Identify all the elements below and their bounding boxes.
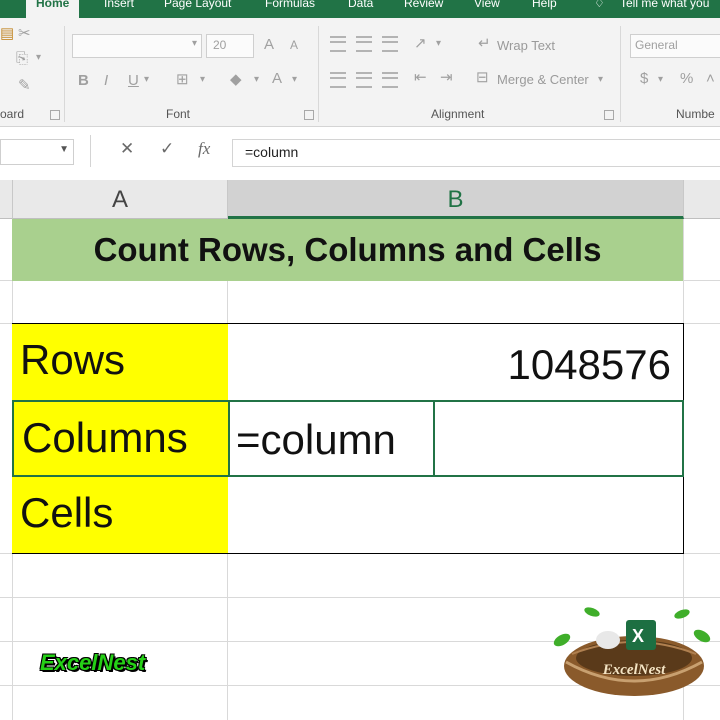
group-label-alignment: Alignment <box>431 107 485 121</box>
lightbulb-icon: ♢ <box>594 0 605 10</box>
comma-style-button[interactable]: ˄ <box>706 70 715 87</box>
copy-dropdown-icon[interactable]: ▾ <box>36 52 41 63</box>
cut-icon[interactable]: ✂ <box>18 24 31 42</box>
orientation-icon[interactable]: ↗ <box>414 34 427 52</box>
group-label-number: Numbe <box>676 107 715 121</box>
font-launcher-icon[interactable] <box>304 110 314 120</box>
copy-icon[interactable]: ⎘ <box>16 50 28 67</box>
formula-input-text: =column <box>245 144 299 160</box>
column-header-a[interactable]: A <box>13 180 228 219</box>
italic-button[interactable]: I <box>104 72 108 89</box>
sheet-title-cell[interactable]: Count Rows, Columns and Cells <box>12 219 683 281</box>
currency-dropdown-icon[interactable]: ▾ <box>658 74 663 85</box>
tab-home[interactable]: Home <box>26 0 80 18</box>
group-label-clipboard: oard <box>0 107 25 121</box>
font-color-dropdown-icon[interactable]: ▾ <box>292 74 297 85</box>
decrease-indent-icon[interactable]: ⇤ <box>414 68 427 86</box>
bottom-align-icon[interactable] <box>382 36 398 52</box>
label-cell-cells[interactable]: Cells <box>12 477 228 554</box>
tab-insert[interactable]: Insert <box>104 0 134 14</box>
font-name-select[interactable] <box>72 34 202 58</box>
number-format-value: General <box>635 38 678 52</box>
formula-input[interactable]: =column <box>232 139 720 167</box>
merge-center-button[interactable]: Merge & Center <box>497 72 589 87</box>
percent-button[interactable]: % <box>680 70 693 87</box>
ribbon-separator <box>64 26 65 122</box>
ribbon: ▤ ✂ ⎘ ▾ ✎ oard ▾ 20 A A B I U ▾ ⊞ ▾ ◆ ▾ … <box>0 18 720 127</box>
underline-dropdown-icon[interactable]: ▾ <box>144 74 149 85</box>
ribbon-separator <box>620 26 621 122</box>
bold-button[interactable]: B <box>78 72 89 89</box>
font-size-value: 20 <box>213 38 227 52</box>
label-cell-rows[interactable]: Rows <box>12 323 228 400</box>
insert-function-button[interactable]: fx <box>198 139 210 159</box>
cancel-entry-button[interactable]: ✕ <box>120 139 134 159</box>
name-box[interactable]: ▼ <box>0 139 74 165</box>
wrap-text-button[interactable]: Wrap Text <box>497 38 555 53</box>
logo-wordmark: ExcelNest <box>602 662 666 678</box>
increase-indent-icon[interactable]: ⇥ <box>440 68 453 86</box>
underline-button[interactable]: U <box>128 72 139 89</box>
value-cell-rows[interactable]: 1048576 <box>228 323 684 400</box>
top-align-icon[interactable] <box>330 36 346 52</box>
tab-view[interactable]: View <box>474 0 500 14</box>
number-format-select[interactable]: General <box>630 34 720 58</box>
tab-data[interactable]: Data <box>348 0 373 14</box>
excel-icon-letter: X <box>632 626 644 646</box>
group-label-font: Font <box>166 107 191 121</box>
borders-icon[interactable]: ⊞ <box>176 70 189 88</box>
formula-bar-separator <box>90 135 91 167</box>
tab-page-layout[interactable]: Page Layout <box>164 0 231 14</box>
tell-me-search[interactable]: Tell me what you <box>620 0 709 14</box>
format-painter-icon[interactable]: ✎ <box>18 76 31 94</box>
column-header-b[interactable]: B <box>228 180 684 219</box>
column-header-c[interactable] <box>684 180 720 219</box>
merge-dropdown-icon[interactable]: ▾ <box>598 74 603 85</box>
select-all-corner[interactable] <box>0 180 13 219</box>
fill-color-icon[interactable]: ◆ <box>230 70 242 88</box>
tab-formulas[interactable]: Formulas <box>265 0 315 14</box>
excelnest-logo: X ExcelNest <box>553 607 711 696</box>
gridline <box>0 597 720 598</box>
middle-align-icon[interactable] <box>356 36 372 52</box>
currency-button[interactable]: $ <box>640 70 648 87</box>
logo-leaf <box>674 609 690 619</box>
orientation-dropdown-icon[interactable]: ▾ <box>436 38 441 49</box>
brand-watermark: ExcelNest <box>40 650 146 675</box>
paste-icon[interactable]: ▤ <box>0 24 14 42</box>
font-color-icon[interactable]: A <box>272 70 282 87</box>
tab-review[interactable]: Review <box>404 0 443 14</box>
ribbon-tab-bar: Home Insert Page Layout Formulas Data Re… <box>0 0 720 18</box>
align-right-icon[interactable] <box>382 72 398 88</box>
alignment-launcher-icon[interactable] <box>604 110 614 120</box>
cell-edit-box[interactable]: =column <box>228 400 435 477</box>
font-size-select[interactable]: 20 <box>206 34 254 58</box>
merge-center-icon[interactable]: ⊟ <box>476 68 489 86</box>
font-name-dropdown-icon[interactable]: ▾ <box>192 38 197 49</box>
align-left-icon[interactable] <box>330 72 346 88</box>
ribbon-separator <box>318 26 319 122</box>
formula-bar: ▼ ✕ ✓ fx =column <box>0 127 720 179</box>
name-box-dropdown-icon[interactable]: ▼ <box>59 144 69 155</box>
tab-help[interactable]: Help <box>532 0 557 14</box>
logo-bird-shape <box>596 631 620 649</box>
align-center-icon[interactable] <box>356 72 372 88</box>
confirm-entry-button[interactable]: ✓ <box>160 139 174 159</box>
logo-leaf <box>584 607 600 617</box>
clipboard-launcher-icon[interactable] <box>50 110 60 120</box>
logo-leaf <box>693 629 711 643</box>
value-cell-cells[interactable] <box>228 477 684 554</box>
label-cell-columns[interactable]: Columns <box>12 400 228 477</box>
grow-font-button[interactable]: A <box>264 36 274 53</box>
wrap-text-icon[interactable]: ↵ <box>478 34 491 52</box>
borders-dropdown-icon[interactable]: ▾ <box>200 74 205 85</box>
logo-leaf <box>553 633 571 647</box>
shrink-font-button[interactable]: A <box>290 38 298 52</box>
fill-color-dropdown-icon[interactable]: ▾ <box>254 74 259 85</box>
